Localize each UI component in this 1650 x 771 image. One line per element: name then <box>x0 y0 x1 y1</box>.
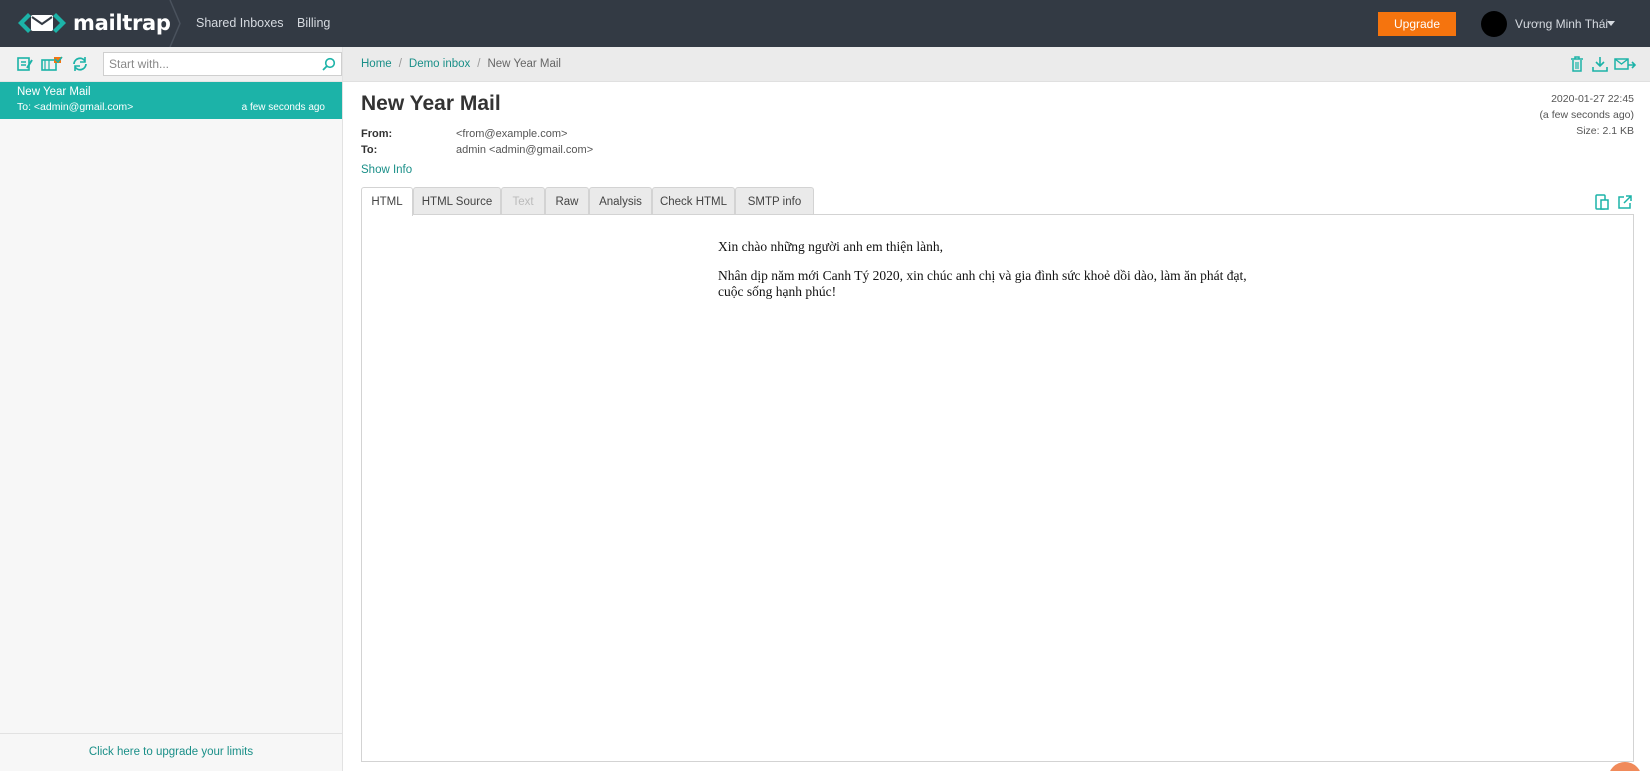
help-chat-button[interactable] <box>1608 762 1642 771</box>
search-icon[interactable] <box>322 57 336 71</box>
message-subject: New Year Mail <box>17 86 91 98</box>
tab-html[interactable]: HTML <box>361 187 413 216</box>
upgrade-limits-link[interactable]: Click here to upgrade your limits <box>0 746 342 758</box>
logo[interactable]: mailtrap <box>16 9 171 37</box>
list-item[interactable]: New Year Mail To: <admin@gmail.com> a fe… <box>0 82 342 119</box>
upgrade-button[interactable]: Upgrade <box>1378 12 1456 36</box>
tab-text[interactable]: Text <box>501 187 545 215</box>
sidebar-toolbar <box>0 47 342 82</box>
avatar[interactable] <box>1481 11 1507 37</box>
message-time: a few seconds ago <box>241 102 325 113</box>
from-label: From: <box>361 128 393 140</box>
trash-icon[interactable] <box>1570 56 1584 72</box>
brand-name: mailtrap <box>73 11 171 35</box>
top-navbar: mailtrap Shared Inboxes Billing Upgrade … <box>0 0 1650 47</box>
body-greeting: Xin chào những người anh em thiện lành, <box>718 239 943 254</box>
breadcrumb-current: New Year Mail <box>487 58 561 70</box>
mail-logo-icon <box>18 13 66 33</box>
message-size: Size: 2.1 KB <box>1576 125 1634 137</box>
external-link-icon[interactable] <box>1618 194 1632 210</box>
breadcrumb-inbox[interactable]: Demo inbox <box>409 58 470 70</box>
nav-shared-inboxes[interactable]: Shared Inboxes <box>196 16 284 30</box>
nav-billing[interactable]: Billing <box>297 16 330 30</box>
message-date: 2020-01-27 22:45 <box>1551 93 1634 105</box>
nav-divider <box>169 0 181 47</box>
tab-analysis[interactable]: Analysis <box>589 187 652 215</box>
message-title: New Year Mail <box>361 92 501 115</box>
forward-icon[interactable] <box>1614 56 1636 72</box>
html-preview: Xin chào những người anh em thiện lành, … <box>361 214 1634 762</box>
body-paragraph-line: cuộc sống hạnh phúc! <box>718 284 837 299</box>
message-meta: 2020-01-27 22:45 (a few seconds ago) Siz… <box>1539 91 1634 139</box>
breadcrumb-home[interactable]: Home <box>361 58 392 70</box>
inbox-sidebar: New Year Mail To: <admin@gmail.com> a fe… <box>0 47 343 771</box>
message-recipient: To: <admin@gmail.com> <box>17 101 134 113</box>
chevron-down-icon[interactable] <box>1607 21 1615 26</box>
breadcrumb-separator: / <box>477 58 481 70</box>
mobile-view-icon[interactable] <box>1595 194 1609 210</box>
download-icon[interactable] <box>1592 56 1608 72</box>
search-box <box>103 52 342 76</box>
breadcrumb-separator: / <box>398 58 402 70</box>
body-paragraph-line: Nhân dịp năm mới Canh Tý 2020, xin chúc … <box>718 268 1247 283</box>
message-toolbar: Home / Demo inbox / New Year Mail <box>343 47 1650 82</box>
to-value: admin <admin@gmail.com> <box>456 144 594 156</box>
tab-smtp-info[interactable]: SMTP info <box>735 187 814 215</box>
user-menu-name[interactable]: Vương Minh Thái <box>1515 17 1608 31</box>
message-relative-time: (a few seconds ago) <box>1539 109 1634 121</box>
compose-icon[interactable] <box>16 56 34 72</box>
breadcrumb: Home / Demo inbox / New Year Mail <box>361 58 561 70</box>
tab-raw[interactable]: Raw <box>545 187 589 215</box>
mark-read-icon[interactable] <box>41 56 63 72</box>
show-info-link[interactable]: Show Info <box>361 164 412 176</box>
tab-check-html[interactable]: Check HTML <box>652 187 735 215</box>
from-value: <from@example.com> <box>456 128 568 140</box>
refresh-icon[interactable] <box>71 56 89 72</box>
to-label: To: <box>361 144 378 156</box>
tab-html-source[interactable]: HTML Source <box>413 187 501 215</box>
search-input[interactable] <box>104 53 314 75</box>
sidebar-footer: Click here to upgrade your limits <box>0 733 342 771</box>
